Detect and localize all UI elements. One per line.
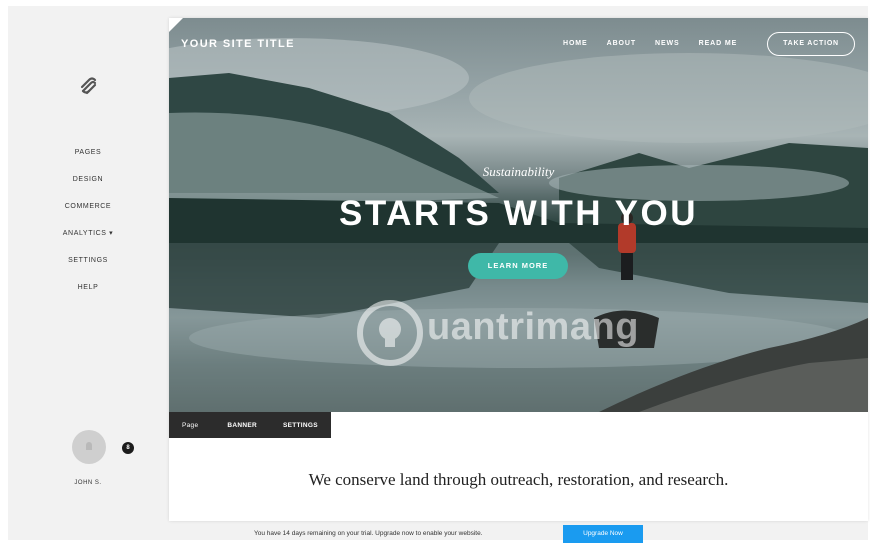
sidebar-item-commerce[interactable]: COMMERCE [8, 200, 168, 227]
mission-statement: We conserve land through outreach, resto… [308, 470, 729, 489]
app-window: PAGES DESIGN COMMERCE ANALYTICS ▾ SETTIN… [8, 6, 868, 540]
sidebar-item-help[interactable]: HELP [8, 281, 168, 308]
user-name: JOHN S. [74, 480, 102, 486]
learn-more-button[interactable]: LEARN MORE [468, 253, 568, 279]
block-toolbar: Page BANNER SETTINGS [169, 412, 331, 438]
site-title[interactable]: YOUR SITE TITLE [181, 38, 295, 50]
hero-banner: YOUR SITE TITLE HOME ABOUT NEWS READ ME … [169, 18, 868, 412]
hero-tagline: Sustainability [482, 164, 555, 179]
site-nav-about[interactable]: ABOUT [607, 40, 636, 47]
trial-message: You have 14 days remaining on your trial… [254, 530, 483, 537]
block-toolbar-banner[interactable]: BANNER [214, 422, 270, 429]
upgrade-now-button[interactable]: Upgrade Now [563, 525, 643, 543]
site-nav: HOME ABOUT NEWS READ ME [563, 40, 737, 47]
hero-headline: STARTS WITH YOU [339, 194, 698, 233]
watermark: uantrimang [355, 298, 735, 368]
corner-fold [169, 18, 183, 32]
site-preview: YOUR SITE TITLE HOME ABOUT NEWS READ ME … [169, 18, 868, 521]
squarespace-logo-icon[interactable] [78, 76, 100, 98]
avatar[interactable] [72, 430, 106, 464]
site-nav-news[interactable]: NEWS [655, 40, 680, 47]
sidebar-item-design[interactable]: DESIGN [8, 173, 168, 200]
sidebar: PAGES DESIGN COMMERCE ANALYTICS ▾ SETTIN… [8, 6, 168, 540]
take-action-button[interactable]: TAKE ACTION [767, 32, 855, 56]
watermark-text: uantrimang [427, 306, 639, 348]
block-toolbar-settings[interactable]: SETTINGS [270, 422, 331, 429]
user-icon [86, 442, 92, 450]
sidebar-nav: PAGES DESIGN COMMERCE ANALYTICS ▾ SETTIN… [8, 146, 168, 308]
site-nav-home[interactable]: HOME [563, 40, 588, 47]
trial-banner: You have 14 days remaining on your trial… [0, 524, 870, 544]
sidebar-item-analytics[interactable]: ANALYTICS ▾ [8, 227, 168, 254]
lightbulb-icon [357, 300, 423, 366]
sidebar-item-pages[interactable]: PAGES [8, 146, 168, 173]
block-toolbar-page[interactable]: Page [169, 422, 214, 429]
site-nav-read-me[interactable]: READ ME [699, 40, 738, 47]
notification-badge[interactable]: 8 [122, 442, 134, 454]
sidebar-item-settings[interactable]: SETTINGS [8, 254, 168, 281]
